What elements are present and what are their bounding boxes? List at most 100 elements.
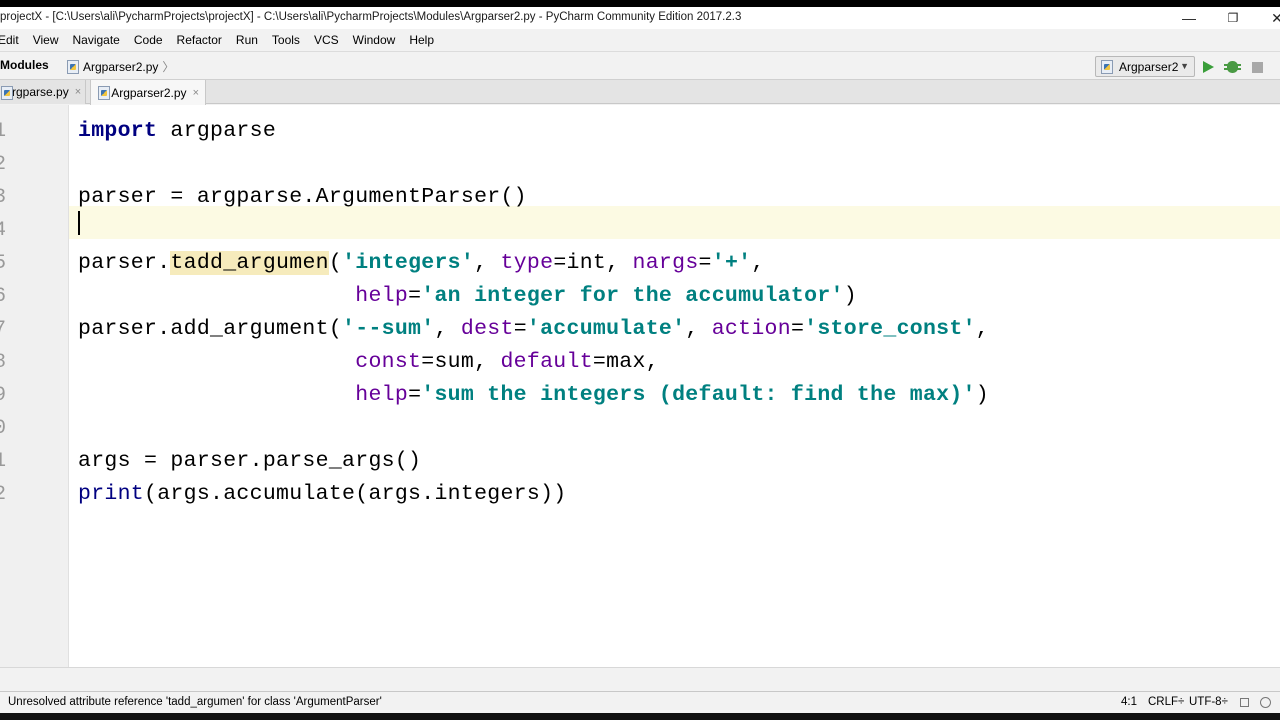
code-token: parser.add_argument( <box>78 317 343 341</box>
string-token: '+' <box>711 251 752 275</box>
code-token: = <box>698 251 712 275</box>
run-configuration-label: Argparser2 <box>1119 59 1179 74</box>
debug-button[interactable] <box>1223 58 1241 76</box>
tab-label: Argparser2.py <box>111 85 187 100</box>
menu-navigate[interactable]: Navigate <box>65 29 126 51</box>
maximize-button[interactable]: ❐ <box>1210 7 1256 29</box>
encoding-widget[interactable]: UTF-8÷ <box>1189 696 1228 708</box>
kwarg-token: type <box>500 251 554 275</box>
lock-icon[interactable] <box>1240 698 1249 707</box>
menu-help[interactable]: Help <box>402 29 441 51</box>
stop-icon <box>1251 61 1263 73</box>
code-line-3: parser = argparse.ArgumentParser() <box>78 181 527 214</box>
code-line-6: help='an integer for the accumulator') <box>78 280 857 313</box>
line-number-gutter[interactable]: 1 2 3 4 5 6 7 8 9 0 1 2 <box>0 105 69 667</box>
code-token: parser. <box>78 251 171 275</box>
menu-bar: Edit View Navigate Code Refactor Run Too… <box>0 29 1280 51</box>
kwarg-token: nargs <box>632 251 699 275</box>
menu-view[interactable]: View <box>26 29 66 51</box>
kwarg-token: help <box>355 383 409 407</box>
tool-window-strip <box>0 667 1280 691</box>
code-token: parser = argparse.ArgumentParser() <box>78 185 527 209</box>
menu-vcs[interactable]: VCS <box>307 29 346 51</box>
run-button[interactable] <box>1199 58 1217 76</box>
code-editor[interactable]: 1 2 3 4 5 6 7 8 9 0 1 2 import argparse … <box>0 105 1280 667</box>
breadcrumb-folder[interactable]: Modules <box>0 58 49 72</box>
kwarg-token: dest <box>460 317 514 341</box>
line-separator-widget[interactable]: CRLF÷ <box>1148 696 1184 708</box>
line-number: 3 <box>0 186 7 209</box>
menu-code[interactable]: Code <box>127 29 170 51</box>
line-number: 1 <box>0 450 7 473</box>
code-line-11: args = parser.parse_args() <box>78 445 421 478</box>
python-file-icon <box>66 60 79 74</box>
code-token: = <box>408 284 422 308</box>
line-number: 6 <box>0 285 7 308</box>
code-line-1: import argparse <box>78 115 276 148</box>
code-token: = <box>408 383 422 407</box>
kwarg-token: const <box>355 350 422 374</box>
code-token: =max, <box>592 350 659 374</box>
code-line-12: print(args.accumulate(args.integers)) <box>78 478 566 511</box>
string-token: 'store_const' <box>804 317 976 341</box>
minimize-button[interactable]: — <box>1166 7 1212 29</box>
code-token: , <box>474 251 501 275</box>
code-line-7: parser.add_argument('--sum', dest='accum… <box>78 313 989 346</box>
tab-label: Argparse.py <box>4 85 69 99</box>
text-caret <box>78 211 80 235</box>
line-number: 2 <box>0 483 7 506</box>
code-token: (args.accumulate(args.integers)) <box>144 482 567 506</box>
line-number: 4 <box>0 219 7 242</box>
code-token: , <box>434 317 461 341</box>
code-token: , <box>751 251 765 275</box>
status-bar: Unresolved attribute reference 'tadd_arg… <box>0 691 1280 713</box>
code-token: ( <box>328 251 343 275</box>
menu-refactor[interactable]: Refactor <box>170 29 229 51</box>
menu-tools[interactable]: Tools <box>265 29 307 51</box>
line-number: 1 <box>0 120 7 143</box>
string-token: 'sum the integers (default: find the max… <box>421 383 976 407</box>
string-token: 'accumulate' <box>526 317 686 341</box>
string-token: '--sum' <box>342 317 435 341</box>
close-button[interactable]: ✕ <box>1254 7 1280 29</box>
run-icon <box>1202 61 1214 73</box>
menu-run[interactable]: Run <box>229 29 265 51</box>
line-number: 9 <box>0 384 7 407</box>
code-line-9: help='sum the integers (default: find th… <box>78 379 989 412</box>
code-token: =int, <box>553 251 633 275</box>
status-message: Unresolved attribute reference 'tadd_arg… <box>8 696 382 708</box>
caret-position[interactable]: 4:1 <box>1121 696 1137 708</box>
code-token: ) <box>975 383 989 407</box>
code-token: , <box>975 317 989 341</box>
editor-tab-bar: Argparse.py × Argparser2.py × <box>0 80 1280 105</box>
line-number: 7 <box>0 318 7 341</box>
stop-button[interactable] <box>1248 58 1266 76</box>
tab-argparse[interactable]: Argparse.py × <box>0 80 86 104</box>
line-number: 0 <box>0 417 7 440</box>
python-run-config-icon <box>1100 60 1113 74</box>
keyword-token: import <box>78 119 158 143</box>
tab-argparser2[interactable]: Argparser2.py × <box>90 80 206 105</box>
code-token: = <box>513 317 527 341</box>
breadcrumb-file[interactable]: Argparser2.py 〉 <box>66 58 178 75</box>
code-line-8: const=sum, default=max, <box>78 346 659 379</box>
menu-window[interactable]: Window <box>346 29 403 51</box>
code-token: = <box>790 317 805 341</box>
code-token: , <box>685 317 712 341</box>
unresolved-reference[interactable]: tadd_argumen <box>170 251 329 275</box>
line-number: 2 <box>0 153 7 176</box>
title-bar: projectX - [C:\Users\ali\PycharmProjects… <box>0 7 1280 29</box>
inspector-face-icon[interactable] <box>1260 697 1271 708</box>
breadcrumb-file-label: Argparser2.py <box>83 59 159 74</box>
menu-edit[interactable]: Edit <box>0 29 26 51</box>
line-number: 5 <box>0 252 7 275</box>
run-configuration-select[interactable]: Argparser2 ▼ <box>1095 56 1195 77</box>
kwarg-token: action <box>711 317 791 341</box>
close-tab-icon[interactable]: × <box>75 86 81 98</box>
chevron-down-icon: ▼ <box>1180 61 1189 71</box>
window-title: projectX - [C:\Users\ali\PycharmProjects… <box>0 11 742 23</box>
close-tab-icon[interactable]: × <box>193 87 199 99</box>
